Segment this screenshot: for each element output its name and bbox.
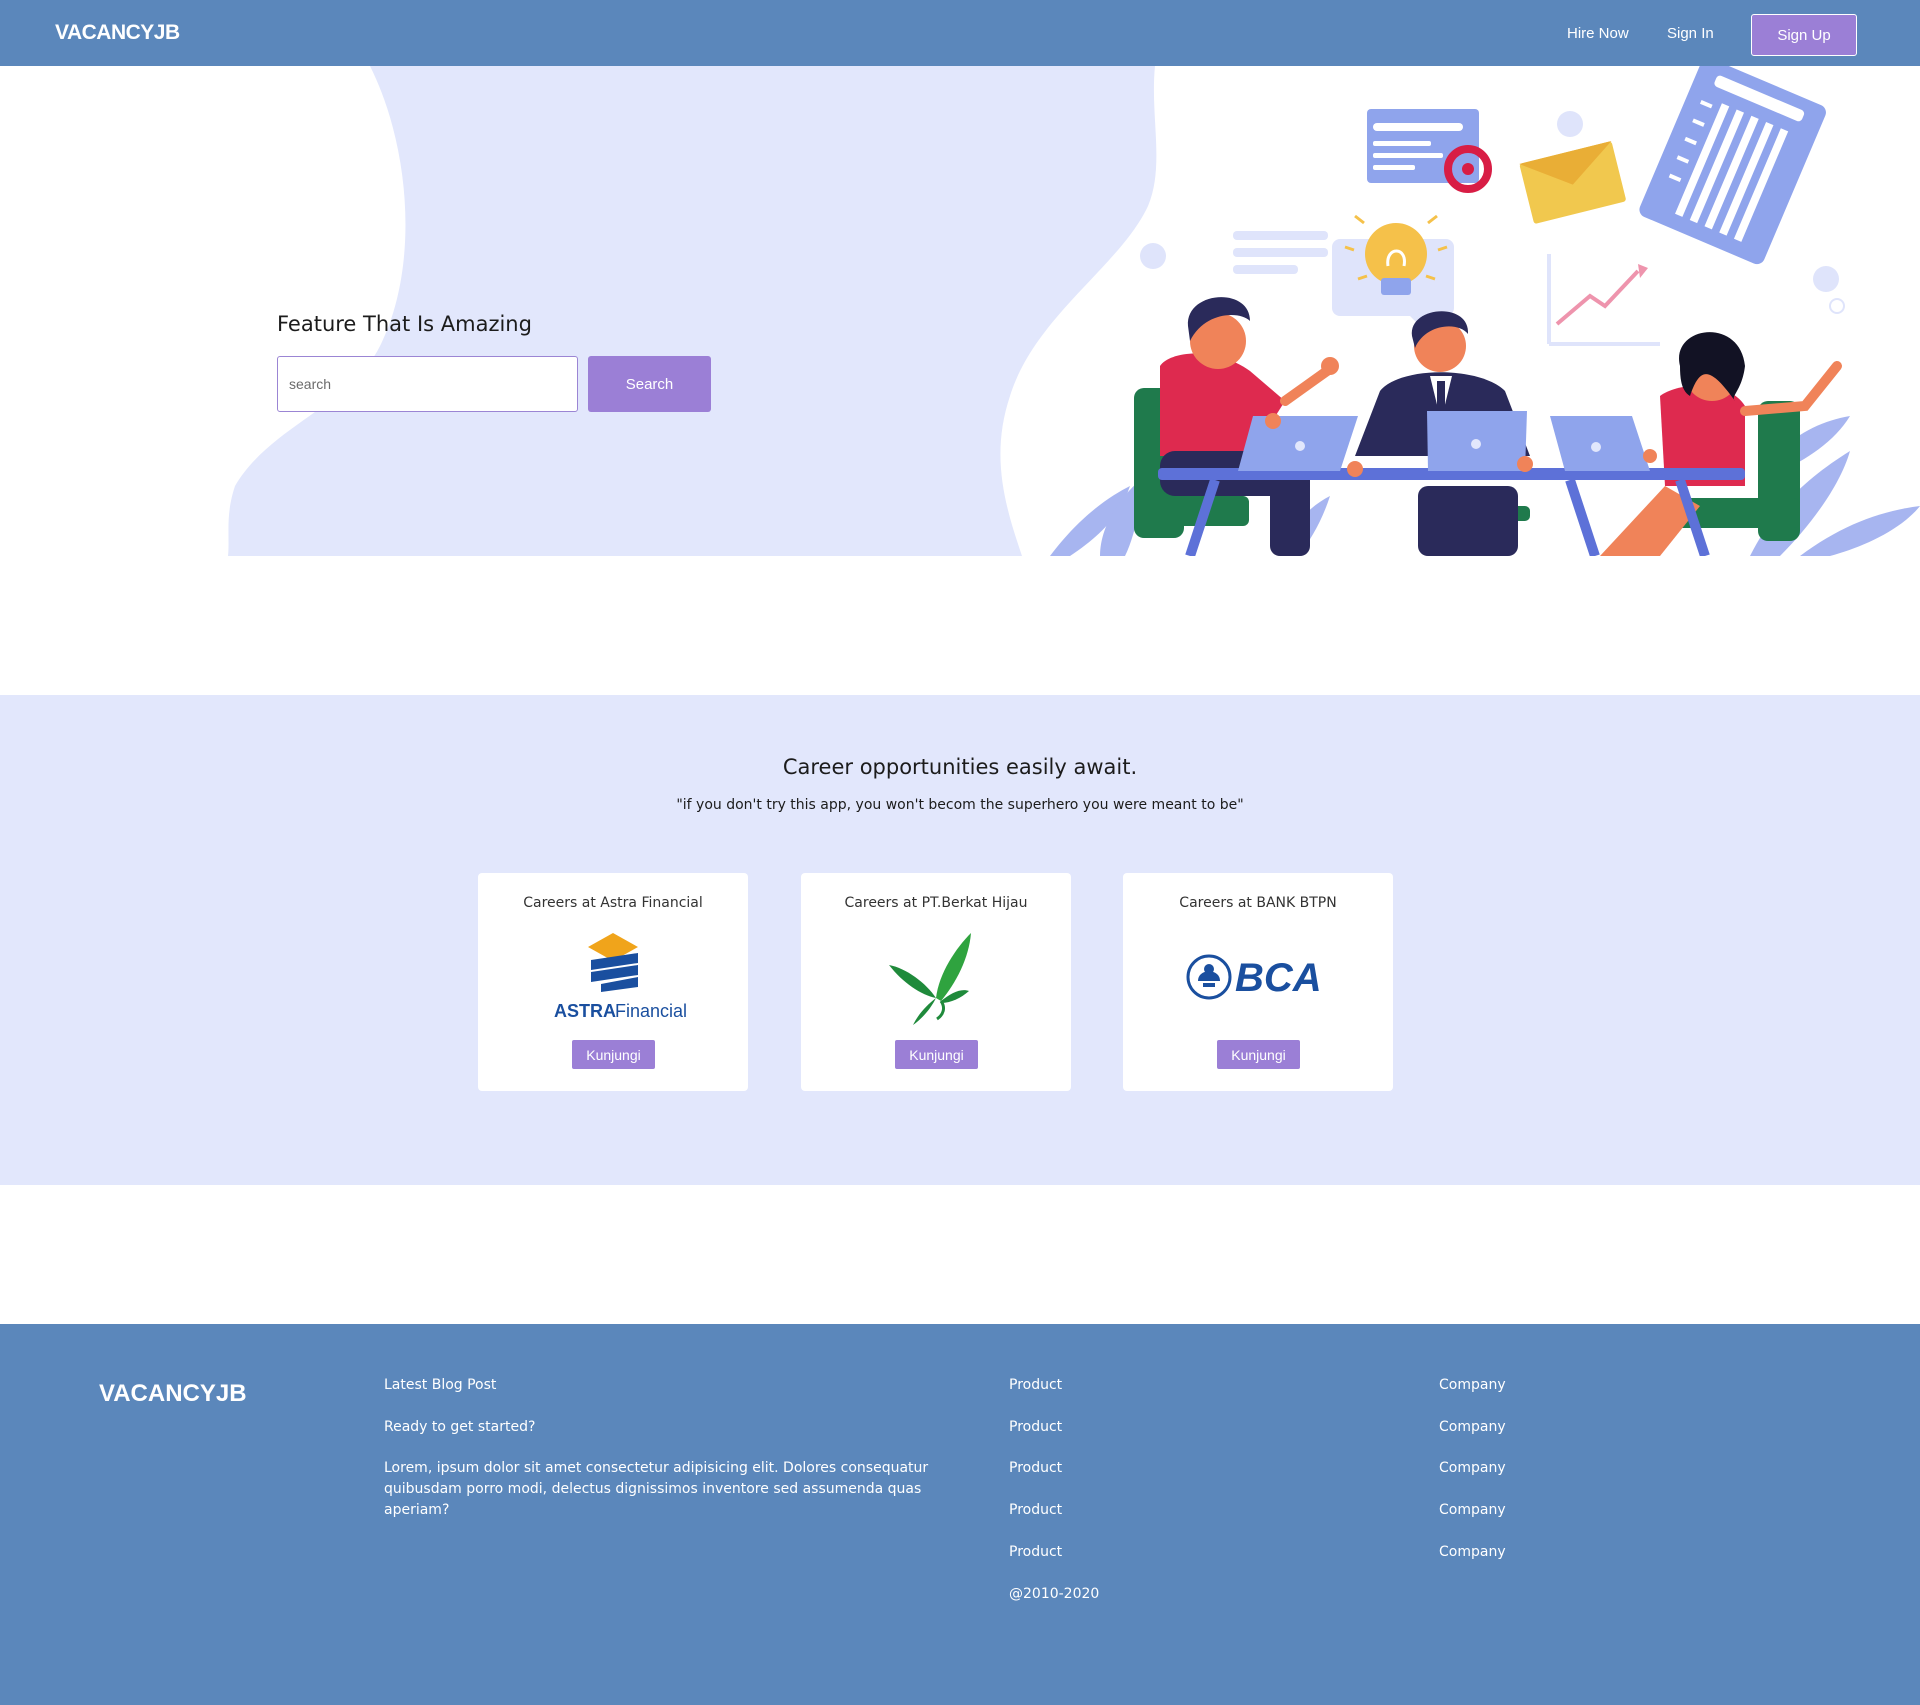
kunjungi-button-btpn[interactable]: Kunjungi — [1217, 1040, 1300, 1069]
footer-product-link[interactable]: Product — [1009, 1500, 1062, 1521]
footer-company-link[interactable]: Company — [1439, 1500, 1506, 1521]
search-button[interactable]: Search — [588, 356, 711, 412]
kunjungi-button-berkat-hijau[interactable]: Kunjungi — [895, 1040, 978, 1069]
footer-product-link[interactable]: Product — [1009, 1417, 1062, 1438]
career-card-berkat-hijau: Careers at PT.Berkat Hijau Kunjungi — [801, 873, 1071, 1091]
hero-section: Feature That Is Amazing Search — [0, 66, 1920, 556]
footer-company-link[interactable]: Company — [1439, 1542, 1506, 1563]
footer-blog-heading: Latest Blog Post — [384, 1377, 497, 1393]
footer-company-link[interactable]: Company — [1439, 1375, 1506, 1396]
footer-copyright: @2010-2020 — [1009, 1586, 1100, 1602]
brand-logo[interactable]: VACANCYJB — [55, 21, 180, 45]
career-card-title: Careers at BANK BTPN — [1179, 895, 1337, 911]
navbar: VACANCYJB Hire Now Sign In Sign Up — [0, 0, 1920, 66]
astra-logo-text: ASTRA — [554, 1001, 616, 1021]
hero-title: Feature That Is Amazing — [277, 312, 532, 336]
career-card-title: Careers at PT.Berkat Hijau — [844, 895, 1028, 911]
career-card-title: Careers at Astra Financial — [523, 895, 703, 911]
sign-up-button[interactable]: Sign Up — [1751, 14, 1857, 56]
footer-product-link[interactable]: Product — [1009, 1375, 1062, 1396]
careers-section: Career opportunities easily await. "if y… — [0, 695, 1920, 1185]
nav-hire-now-link[interactable]: Hire Now — [1567, 25, 1629, 42]
team-meeting-illustration — [1050, 66, 1920, 556]
astra-logo-text-2: Financial — [615, 1001, 687, 1021]
bird-logo — [889, 933, 971, 1025]
footer: VACANCYJB Latest Blog Post Ready to get … — [0, 1324, 1920, 1705]
footer-company-link[interactable]: Company — [1439, 1458, 1506, 1479]
career-card-astra: Careers at Astra Financial ASTRA Financi… — [478, 873, 748, 1091]
careers-title: Career opportunities easily await. — [782, 755, 1138, 779]
nav-sign-in-link[interactable]: Sign In — [1667, 25, 1714, 42]
footer-company-link[interactable]: Company — [1439, 1417, 1506, 1438]
footer-product-link[interactable]: Product — [1009, 1542, 1062, 1563]
search-input[interactable] — [277, 356, 578, 412]
bca-logo-text: BCA — [1235, 956, 1322, 1000]
footer-blog-subheading: Ready to get started? — [384, 1419, 536, 1435]
astra-financial-logo: ASTRA Financial — [554, 933, 687, 1021]
footer-product-link[interactable]: Product — [1009, 1458, 1062, 1479]
career-card-btpn: Careers at BANK BTPN BCA Kunjungi — [1123, 873, 1393, 1091]
footer-blog-body: Lorem, ipsum dolor sit amet consectetur … — [384, 1460, 929, 1518]
bca-logo: BCA — [1186, 954, 1322, 1000]
footer-brand[interactable]: VACANCYJB — [99, 1380, 247, 1408]
careers-subtitle: "if you don't try this app, you won't be… — [676, 797, 1244, 813]
kunjungi-button-astra[interactable]: Kunjungi — [572, 1040, 655, 1069]
